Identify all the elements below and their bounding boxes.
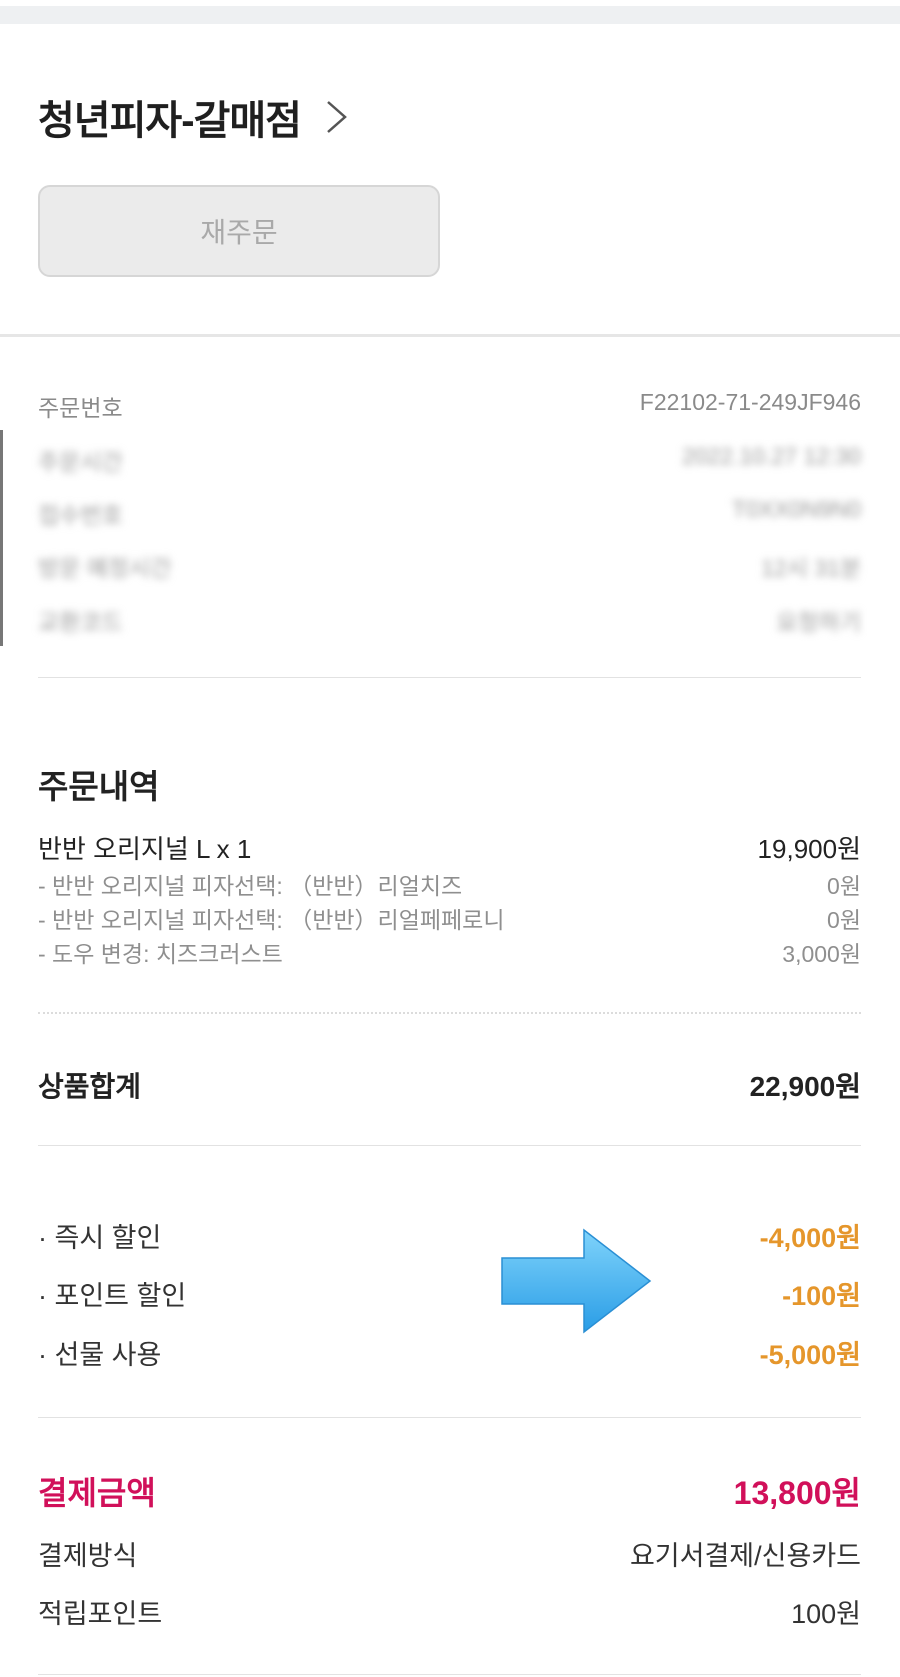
reorder-button[interactable]: 재주문 [38, 185, 440, 277]
option-row: - 도우 변경: 치즈크러스트 3,000원 [38, 935, 861, 969]
option-row: - 반반 오리지널 피자선택: （반반）리얼치즈 0원 [38, 867, 861, 901]
discount-label: · 포인트 할인 [38, 1281, 187, 1311]
receipt-number-value: T0XX0N9N0 [731, 496, 861, 522]
scroll-indicator [0, 430, 3, 646]
option-row: - 반반 오리지널 피자선택: （반반）리얼페페로니 0원 [38, 901, 861, 935]
section-divider [0, 334, 900, 337]
option-price: 0원 [827, 873, 861, 899]
discount-label: · 선물 사용 [38, 1340, 162, 1370]
order-details-title: 주문내역 [38, 768, 160, 805]
option-price: 0원 [827, 907, 861, 933]
discount-value: -100원 [782, 1281, 861, 1311]
payment-method-row: 결제방식 요기서결제/신용카드 [38, 1534, 861, 1573]
exchange-code-row: 교환코드 요청하기 [38, 603, 861, 637]
exchange-code-label: 교환코드 [38, 609, 123, 635]
dotted-divider [38, 1012, 861, 1014]
visit-time-value: 12시 31분 [761, 555, 861, 581]
store-name[interactable]: 청년피자-갈매점 [38, 88, 302, 146]
discount-row: · 선물 사용 -5,000원 [38, 1333, 861, 1372]
top-status-strip [0, 6, 900, 24]
receipt-number-label: 접수번호 [38, 502, 123, 528]
subtotal-value: 22,900원 [749, 1071, 861, 1102]
divider [38, 1145, 861, 1146]
reward-points-row: 적립포인트 100원 [38, 1592, 861, 1631]
discount-row: · 즉시 할인 -4,000원 [38, 1216, 861, 1255]
divider [38, 677, 861, 678]
order-number-label: 주문번호 [38, 395, 123, 421]
option-label: - 도우 변경: 치즈크러스트 [38, 941, 283, 967]
visit-time-label: 방문 예정시간 [38, 555, 172, 581]
payment-amount-value: 13,800원 [733, 1475, 861, 1511]
order-time-value: 2022.10.27 12:30 [681, 443, 861, 469]
item-price: 19,900원 [757, 834, 861, 864]
reward-points-label: 적립포인트 [38, 1599, 163, 1629]
discount-value: -5,000원 [759, 1340, 861, 1370]
order-number-value: F22102-71-249JF946 [639, 389, 861, 415]
order-number-row: 주문번호 F22102-71-249JF946 [38, 389, 861, 423]
exchange-code-value: 요청하기 [776, 609, 861, 635]
visit-time-row: 방문 예정시간 12시 31분 [38, 549, 861, 583]
subtotal-label: 상품합계 [38, 1071, 142, 1102]
payment-method-label: 결제방식 [38, 1541, 138, 1571]
option-label: - 반반 오리지널 피자선택: （반반）리얼치즈 [38, 873, 463, 899]
discount-value: -4,000원 [759, 1223, 861, 1253]
arrow-right-icon [501, 1228, 652, 1334]
payment-amount-row: 결제금액 13,800원 [38, 1468, 861, 1514]
chevron-right-icon[interactable] [323, 97, 351, 137]
reward-points-value: 100원 [791, 1599, 861, 1629]
item-name: 반반 오리지널 L x 1 [38, 834, 252, 864]
store-header[interactable]: 청년피자-갈매점 [38, 88, 351, 146]
discount-row: · 포인트 할인 -100원 [38, 1274, 861, 1313]
order-time-row: 주문시간 2022.10.27 12:30 [38, 443, 861, 477]
option-price: 3,000원 [782, 941, 861, 967]
divider [38, 1417, 861, 1418]
receipt-number-row: 접수번호 T0XX0N9N0 [38, 496, 861, 530]
order-item-row: 반반 오리지널 L x 1 19,900원 [38, 829, 861, 866]
option-label: - 반반 오리지널 피자선택: （반반）리얼페페로니 [38, 907, 505, 933]
divider [38, 1674, 861, 1675]
payment-amount-label: 결제금액 [38, 1475, 156, 1511]
order-time-label: 주문시간 [38, 449, 123, 475]
subtotal-row: 상품합계 22,900원 [38, 1065, 861, 1105]
payment-method-value: 요기서결제/신용카드 [629, 1541, 861, 1571]
discount-label: · 즉시 할인 [38, 1223, 162, 1253]
